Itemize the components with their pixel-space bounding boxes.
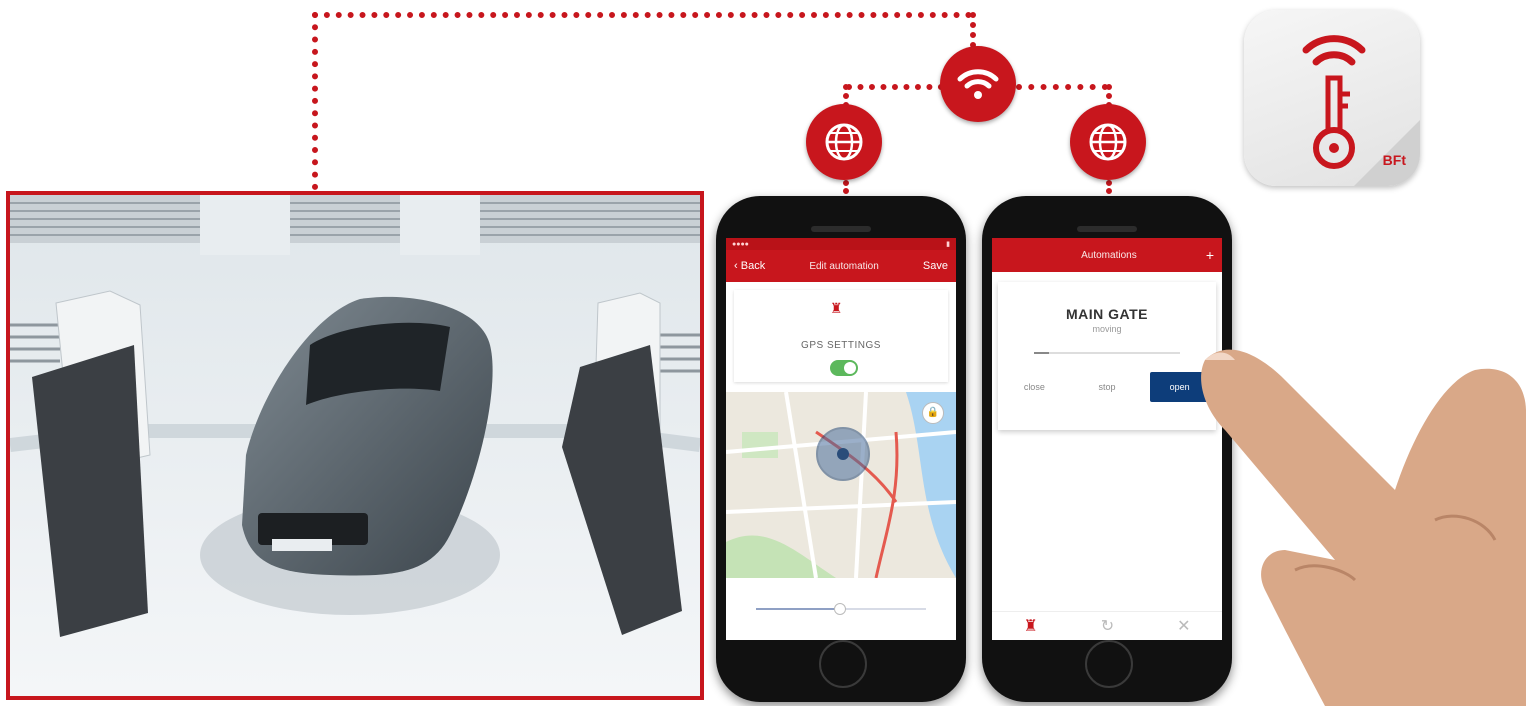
connection-line [312,12,318,190]
close-button[interactable]: close [1004,372,1064,402]
pointing-hand-illustration [1201,349,1526,706]
settings-nav-bar: ‹ Back Edit automation Save [726,250,956,282]
globe-icon [806,104,882,180]
nav-title: Edit automation [809,260,879,272]
settings-screen: ●●●● ▮ ‹ Back Edit automation Save ♜ GPS … [726,238,956,640]
gate-progress-bar [1034,352,1180,354]
home-button[interactable] [819,640,867,688]
map-view[interactable]: 🔒 [726,392,956,578]
app-icon: BFt [1244,10,1420,186]
slider-knob[interactable] [834,603,847,615]
automations-screen: Automations + MAIN GATE moving close sto… [992,238,1222,640]
status-bar: ●●●● ▮ [726,238,956,250]
connection-line [970,12,976,48]
gate-name: MAIN GATE [1065,306,1148,322]
save-button[interactable]: Save [923,260,948,272]
progress-fill [1034,352,1049,354]
garage-scene [6,191,704,700]
wifi-icon [940,46,1016,122]
tab-bar: ♜ ↻ ✕ [992,611,1222,640]
phone-speaker [1077,226,1137,232]
home-button[interactable] [1085,640,1133,688]
garage-illustration [10,195,700,696]
connection-line [312,12,972,18]
map-graphic [726,392,956,578]
slider-fill [756,608,838,610]
back-label: Back [740,260,766,272]
section-title: GPS SETTINGS [801,340,881,351]
stop-button[interactable]: stop [1077,372,1137,402]
phone-settings: ●●●● ▮ ‹ Back Edit automation Save ♜ GPS … [716,196,966,702]
brand-logo: BFt [1382,152,1406,168]
lock-icon[interactable]: 🔒 [922,402,944,424]
radius-slider[interactable] [756,603,926,615]
gate-icon[interactable]: ♜ [1023,616,1037,636]
phone-speaker [811,226,871,232]
gate-icon: ♜ [830,300,843,316]
gate-actions: close stop open [998,372,1216,402]
back-button[interactable]: ‹ Back [734,260,765,272]
history-icon[interactable]: ↻ [1101,616,1114,636]
settings-icon[interactable]: ✕ [1177,616,1190,636]
gps-toggle[interactable] [830,360,858,376]
automation-card: MAIN GATE moving close stop open [998,282,1216,430]
globe-icon [1070,104,1146,180]
nav-title: Automations [1081,249,1137,261]
plus-icon[interactable]: + [1206,247,1214,263]
connection-line [846,84,944,90]
connection-line [1016,84,1108,90]
automations-nav-bar: Automations + [992,238,1222,272]
gate-status: moving [1092,324,1122,334]
chevron-left-icon: ‹ [734,260,741,272]
